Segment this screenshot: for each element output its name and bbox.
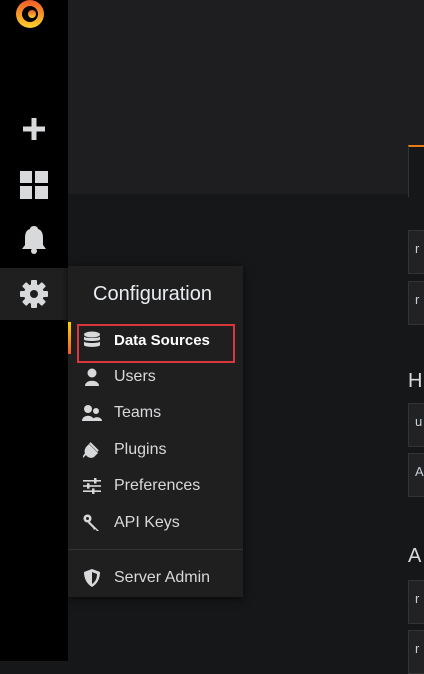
sliders-icon — [82, 476, 102, 496]
list-item[interactable]: r — [408, 630, 424, 674]
menu-item-label: Preferences — [114, 477, 201, 494]
dashboards-icon[interactable] — [0, 165, 68, 205]
menu-item-users[interactable]: Users — [68, 361, 243, 393]
menu-item-label: Plugins — [114, 441, 167, 458]
sidebar — [0, 0, 68, 661]
users-icon — [82, 403, 102, 423]
plus-icon[interactable] — [0, 109, 68, 149]
menu-item-label: Server Admin — [114, 569, 211, 586]
list-item[interactable]: u — [408, 403, 424, 447]
menu-item-label: API Keys — [114, 514, 180, 531]
menu-divider — [68, 549, 243, 550]
menu-item-label: Teams — [114, 404, 162, 421]
gear-icon[interactable] — [0, 268, 68, 320]
tab-active[interactable] — [408, 145, 424, 197]
shield-icon — [82, 568, 102, 588]
menu-item-preferences[interactable]: Preferences — [68, 470, 243, 502]
menu-item-label: Users — [114, 368, 156, 385]
menu-title[interactable]: Configuration — [93, 283, 212, 306]
menu-item-api-keys[interactable]: API Keys — [68, 507, 243, 539]
section-heading: H — [408, 370, 423, 392]
menu-item-plugins[interactable]: Plugins — [68, 434, 243, 466]
configuration-menu: Configuration Data Sources Users Teams P… — [68, 266, 243, 597]
highlight-box — [77, 324, 235, 363]
menu-item-teams[interactable]: Teams — [68, 397, 243, 429]
list-item[interactable]: r — [408, 281, 424, 325]
section-heading: A — [408, 545, 422, 567]
page-header — [68, 0, 424, 194]
menu-item-server-admin[interactable]: Server Admin — [68, 562, 243, 594]
list-item[interactable]: r — [408, 580, 424, 624]
bell-icon[interactable] — [0, 220, 68, 260]
grafana-logo-icon[interactable] — [12, 0, 50, 32]
key-icon — [82, 513, 102, 533]
plug-icon — [82, 440, 102, 460]
list-item[interactable]: r — [408, 230, 424, 274]
user-icon — [82, 367, 102, 387]
list-item[interactable]: A — [408, 453, 424, 497]
